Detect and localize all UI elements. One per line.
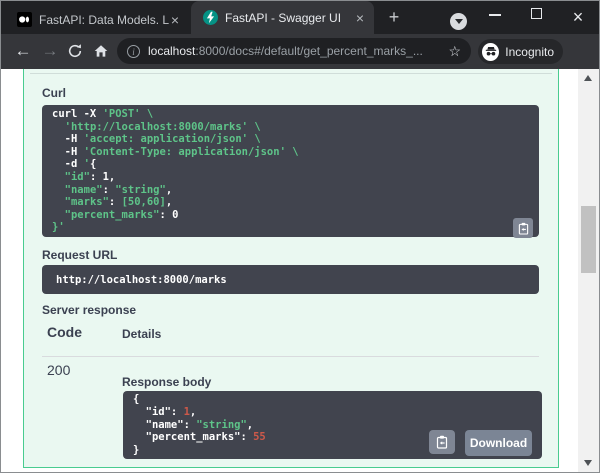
page-content: Curl curl -X 'POST' \ 'http://localhost:… bbox=[1, 69, 599, 472]
chevron-down-icon bbox=[455, 19, 463, 24]
clipboard-icon bbox=[436, 435, 448, 449]
download-button[interactable]: Download bbox=[465, 430, 532, 456]
address-bar[interactable]: i localhost:8000/docs#/default/get_perce… bbox=[117, 38, 471, 64]
window-close-button[interactable]: × bbox=[568, 3, 588, 31]
fastapi-logo-icon bbox=[203, 10, 218, 25]
tab-title: FastAPI: Data Models. Lear bbox=[39, 13, 169, 27]
swagger-opblock-panel: Curl curl -X 'POST' \ 'http://localhost:… bbox=[23, 69, 559, 468]
curl-code-block: curl -X 'POST' \ 'http://localhost:8000/… bbox=[42, 105, 539, 237]
url-text: localhost:8000/docs#/default/get_percent… bbox=[148, 44, 448, 58]
scroll-up-button[interactable] bbox=[584, 75, 592, 81]
browser-window: FastAPI: Data Models. Lear × FastAPI - S… bbox=[0, 0, 600, 473]
scroll-down-button[interactable] bbox=[584, 460, 592, 466]
tab-strip: FastAPI: Data Models. Lear × FastAPI - S… bbox=[1, 1, 599, 34]
curl-label: Curl bbox=[42, 86, 66, 100]
browser-toolbar: ← → i localhost:8000/docs#/default/get_p… bbox=[1, 34, 599, 69]
forward-button[interactable]: → bbox=[39, 41, 61, 61]
request-url-value: http://localhost:8000/marks bbox=[42, 265, 539, 294]
url-path: :8000/docs#/default/get_percent_marks_..… bbox=[195, 44, 422, 58]
section-divider bbox=[30, 73, 552, 74]
tab-fastapi-article[interactable]: FastAPI: Data Models. Lear × bbox=[9, 5, 187, 34]
page-info-icon[interactable]: i bbox=[127, 45, 140, 58]
code-column-header: Code bbox=[47, 324, 82, 340]
minimize-button[interactable] bbox=[489, 14, 501, 16]
reload-icon bbox=[67, 43, 83, 59]
back-button[interactable]: ← bbox=[12, 41, 34, 61]
home-button[interactable] bbox=[90, 43, 112, 64]
clipboard-icon bbox=[518, 222, 529, 235]
details-column-header: Details bbox=[122, 327, 161, 341]
tab-search-button[interactable] bbox=[450, 13, 467, 30]
url-host: localhost bbox=[148, 44, 195, 58]
copy-response-button[interactable] bbox=[429, 430, 455, 454]
site-favicon-icon bbox=[17, 12, 32, 27]
reload-button[interactable] bbox=[64, 43, 86, 64]
request-url-label: Request URL bbox=[42, 248, 117, 262]
table-divider bbox=[42, 356, 539, 357]
response-body-label: Response body bbox=[122, 375, 211, 389]
server-response-label: Server response bbox=[42, 303, 136, 317]
maximize-button[interactable] bbox=[531, 8, 542, 19]
tab-swagger-ui[interactable]: FastAPI - Swagger UI × bbox=[191, 1, 374, 34]
copy-curl-button[interactable] bbox=[513, 218, 533, 238]
bookmark-star-icon[interactable]: ☆ bbox=[448, 43, 461, 60]
tab-close-icon[interactable]: × bbox=[354, 11, 366, 25]
incognito-icon bbox=[482, 43, 499, 61]
scrollbar-thumb[interactable] bbox=[581, 206, 596, 273]
incognito-badge[interactable]: Incognito bbox=[478, 39, 563, 64]
tab-title: FastAPI - Swagger UI bbox=[225, 11, 354, 25]
page-scrollbar[interactable] bbox=[578, 69, 599, 472]
response-status-code: 200 bbox=[47, 362, 70, 378]
tab-close-icon[interactable]: × bbox=[169, 13, 181, 27]
incognito-label: Incognito bbox=[505, 45, 554, 59]
new-tab-button[interactable]: + bbox=[384, 7, 404, 27]
home-icon bbox=[93, 43, 109, 59]
